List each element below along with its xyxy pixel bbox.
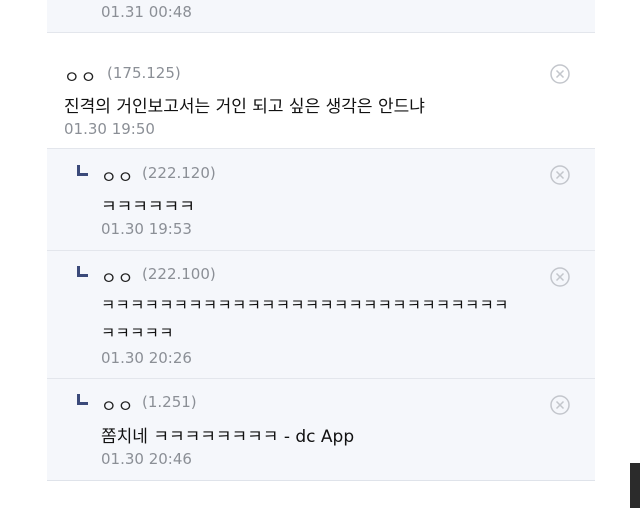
reply-item: ㅇㅇ (1.251) 쫌치네 ㅋㅋㅋㅋㅋㅋㅋㅋ - dc App 01.30 2… (47, 379, 595, 480)
reply-item: ㅇㅇ (222.100) ㅋㅋㅋㅋㅋㅋㅋㅋㅋㅋㅋㅋㅋㅋㅋㅋㅋㅋㅋㅋㅋㅋㅋㅋㅋㅋㅋ… (47, 251, 595, 379)
comment-text: ㅋㅋㅋㅋㅋㅋ (101, 197, 195, 217)
comment-nickname[interactable]: ㅇㅇ (64, 63, 97, 88)
delete-icon[interactable] (550, 267, 570, 287)
reply-arrow-icon (77, 394, 88, 405)
comment-timestamp: 01.31 00:48 (101, 3, 192, 21)
delete-icon[interactable] (550, 395, 570, 415)
comment-list: 01.31 00:48 ㅇㅇ (175.125) 진격의 거인보고서는 거인 되… (47, 0, 595, 481)
comment-item: ㅇㅇ (175.125) 진격의 거인보고서는 거인 되고 싶은 생각은 안드냐… (47, 33, 595, 149)
comment-timestamp: 01.30 19:53 (101, 220, 192, 238)
reply-item: ㅇㅇ (222.120) ㅋㅋㅋㅋㅋㅋ 01.30 19:53 (47, 149, 595, 251)
comment-nickname[interactable]: ㅇㅇ (101, 163, 134, 188)
scrollbar-thumb[interactable] (630, 463, 640, 508)
reply-arrow-icon (77, 165, 88, 176)
comment-page: 01.31 00:48 ㅇㅇ (175.125) 진격의 거인보고서는 거인 되… (0, 0, 640, 508)
comment-timestamp: 01.30 20:46 (101, 450, 192, 468)
comment-text: 진격의 거인보고서는 거인 되고 싶은 생각은 안드냐 (64, 97, 425, 117)
comment-nickname[interactable]: ㅇㅇ (101, 392, 134, 417)
comment-timestamp: 01.30 20:26 (101, 349, 192, 367)
comment-ip: (175.125) (107, 64, 181, 82)
comment-ip: (222.100) (142, 265, 216, 283)
comment-timestamp: 01.30 19:50 (64, 120, 155, 138)
comment-nickname[interactable]: ㅇㅇ (101, 264, 134, 289)
delete-icon[interactable] (550, 165, 570, 185)
reply-arrow-icon (77, 266, 88, 277)
comment-text: 쫌치네 ㅋㅋㅋㅋㅋㅋㅋㅋ - dc App (101, 427, 355, 447)
comment-ip: (1.251) (142, 393, 197, 411)
comment-ip: (222.120) (142, 164, 216, 182)
comment-text-line-2: ㅋㅋㅋㅋㅋ (101, 324, 174, 342)
delete-icon[interactable] (550, 64, 570, 84)
comment-text-line-1: ㅋㅋㅋㅋㅋㅋㅋㅋㅋㅋㅋㅋㅋㅋㅋㅋㅋㅋㅋㅋㅋㅋㅋㅋㅋㅋㅋㅋ (101, 296, 509, 314)
comment-item-partial: 01.31 00:48 (47, 0, 595, 33)
